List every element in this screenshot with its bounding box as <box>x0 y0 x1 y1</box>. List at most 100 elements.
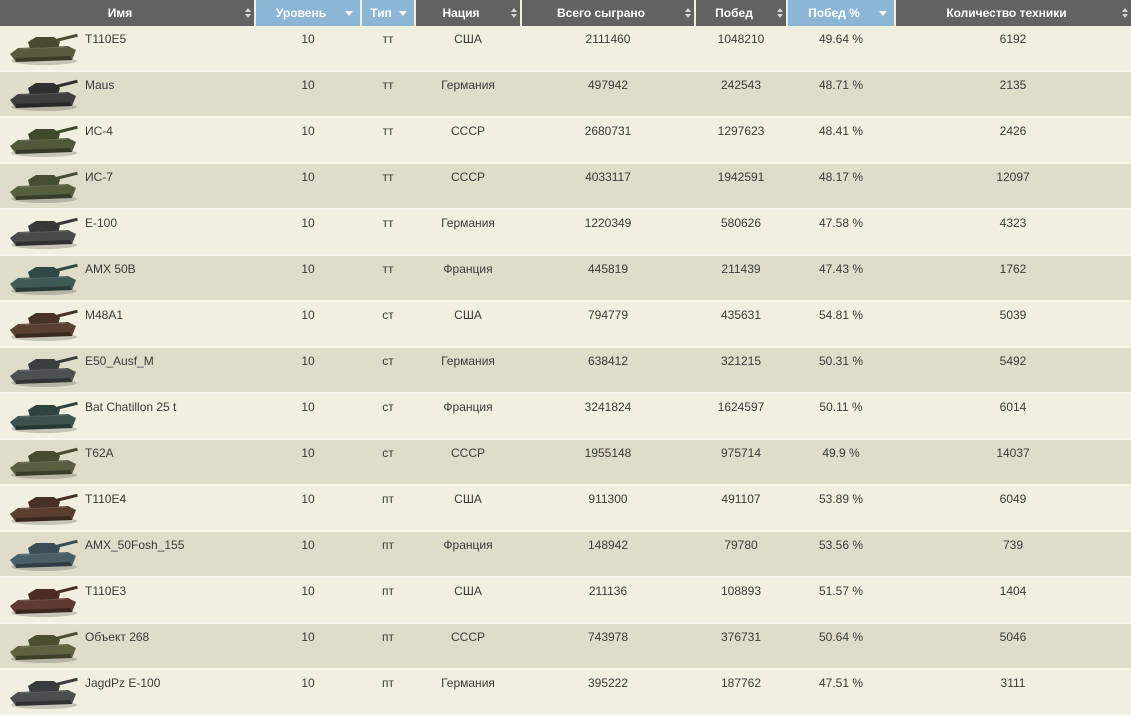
column-header-name[interactable]: Имя <box>0 0 256 26</box>
cell-winrate: 48.41 % <box>787 117 895 164</box>
cell-count: 14037 <box>895 439 1131 486</box>
cell-level: 10 <box>255 255 361 302</box>
tank-icon <box>6 580 80 618</box>
table-row[interactable]: M48A1 10 ст США 794779 435631 54.81 % 5039 <box>0 301 1131 348</box>
tank-name: T110E5 <box>85 32 127 46</box>
cell-nation: США <box>415 301 521 348</box>
cell-level: 10 <box>255 531 361 578</box>
table-row[interactable]: T110E4 10 пт США 911300 491107 53.89 % 6049 <box>0 485 1131 532</box>
cell-wins: 491107 <box>695 485 787 532</box>
tank-name: AMX_50Fosh_155 <box>85 538 185 552</box>
table-row[interactable]: ИС-7 10 тт СССР 4033117 1942591 48.17 % 12097 <box>0 163 1131 210</box>
cell-played: 1955148 <box>521 439 695 486</box>
table-row[interactable]: JagdPz E-100 10 пт Германия 395222 187762 47.5… <box>0 669 1131 716</box>
tank-name: E-100 <box>85 216 118 230</box>
cell-name: E50_Ausf_M <box>0 347 255 394</box>
table-body: T110E5 10 тт США 2111460 1048210 49.64 % 6192 Ma… <box>0 26 1131 716</box>
column-header-label: Всего сыграно <box>556 6 646 20</box>
tank-icon <box>6 350 80 388</box>
cell-name: Maus <box>0 71 255 118</box>
tank-icon <box>6 304 80 342</box>
table-row[interactable]: T110E5 10 тт США 2111460 1048210 49.64 % 6192 <box>0 26 1131 72</box>
table-row[interactable]: ИС-4 10 тт СССР 2680731 1297623 48.41 % 2426 <box>0 117 1131 164</box>
cell-wins: 321215 <box>695 347 787 394</box>
header-row: Имя Уровень Тип Нация Всего сыграно Побед Побе… <box>0 0 1131 26</box>
cell-winrate: 51.57 % <box>787 577 895 624</box>
cell-type: ст <box>361 301 415 348</box>
column-header-label: Нация <box>442 6 480 20</box>
cell-played: 148942 <box>521 531 695 578</box>
cell-nation: СССР <box>415 117 521 164</box>
cell-type: пт <box>361 623 415 670</box>
cell-type: пт <box>361 531 415 578</box>
cell-winrate: 53.56 % <box>787 531 895 578</box>
cell-level: 10 <box>255 347 361 394</box>
cell-name: Bat Chatillon 25 t <box>0 393 255 440</box>
cell-level: 10 <box>255 26 361 72</box>
cell-name: T110E5 <box>0 26 255 72</box>
table-row[interactable]: Объект 268 10 пт СССР 743978 376731 50.64 % 504… <box>0 623 1131 670</box>
cell-count: 12097 <box>895 163 1131 210</box>
cell-level: 10 <box>255 163 361 210</box>
cell-type: ст <box>361 439 415 486</box>
column-header-wins[interactable]: Побед <box>695 0 788 26</box>
cell-count: 1404 <box>895 577 1131 624</box>
cell-count: 6049 <box>895 485 1131 532</box>
cell-winrate: 50.64 % <box>787 623 895 670</box>
tank-icon <box>6 212 80 250</box>
tank-icon <box>6 396 80 434</box>
cell-level: 10 <box>255 117 361 164</box>
column-header-played[interactable]: Всего сыграно <box>521 0 696 26</box>
cell-count: 5492 <box>895 347 1131 394</box>
column-header-winrate[interactable]: Побед % <box>787 0 896 26</box>
cell-nation: Германия <box>415 209 521 256</box>
cell-count: 5046 <box>895 623 1131 670</box>
cell-wins: 1297623 <box>695 117 787 164</box>
cell-name: Объект 268 <box>0 623 255 670</box>
cell-nation: Франция <box>415 393 521 440</box>
cell-name: AMX 50B <box>0 255 255 302</box>
cell-wins: 108893 <box>695 577 787 624</box>
column-header-count[interactable]: Количество техники <box>895 0 1131 26</box>
cell-nation: Франция <box>415 531 521 578</box>
table-row[interactable]: E-100 10 тт Германия 1220349 580626 47.58 % 432… <box>0 209 1131 256</box>
table-row[interactable]: Bat Chatillon 25 t 10 ст Франция 3241824 1624… <box>0 393 1131 440</box>
cell-name: ИС-4 <box>0 117 255 164</box>
cell-winrate: 53.89 % <box>787 485 895 532</box>
cell-name: ИС-7 <box>0 163 255 210</box>
cell-wins: 975714 <box>695 439 787 486</box>
column-header-type[interactable]: Тип <box>361 0 416 26</box>
cell-played: 638412 <box>521 347 695 394</box>
tank-name: Bat Chatillon 25 t <box>85 400 177 414</box>
cell-count: 739 <box>895 531 1131 578</box>
cell-winrate: 48.71 % <box>787 71 895 118</box>
table-row[interactable]: E50_Ausf_M 10 ст Германия 638412 321215 50.31 … <box>0 347 1131 394</box>
column-header-label: Количество техники <box>946 6 1067 20</box>
cell-wins: 242543 <box>695 71 787 118</box>
cell-played: 395222 <box>521 669 695 716</box>
cell-name: E-100 <box>0 209 255 256</box>
cell-count: 5039 <box>895 301 1131 348</box>
table-row[interactable]: T110E3 10 пт США 211136 108893 51.57 % 1404 <box>0 577 1131 624</box>
table-row[interactable]: AMX_50Fosh_155 10 пт Франция 148942 79780 53.5… <box>0 531 1131 578</box>
column-header-nation[interactable]: Нация <box>415 0 522 26</box>
cell-nation: Германия <box>415 669 521 716</box>
cell-nation: Германия <box>415 71 521 118</box>
column-header-level[interactable]: Уровень <box>255 0 362 26</box>
table-row[interactable]: Maus 10 тт Германия 497942 242543 48.71 % 2135 <box>0 71 1131 118</box>
tank-icon <box>6 28 80 66</box>
tank-name: ИС-4 <box>85 124 113 138</box>
cell-winrate: 47.51 % <box>787 669 895 716</box>
table-row[interactable]: AMX 50B 10 тт Франция 445819 211439 47.43 % 176… <box>0 255 1131 302</box>
cell-played: 743978 <box>521 623 695 670</box>
cell-played: 497942 <box>521 71 695 118</box>
column-header-label: Побед % <box>808 6 860 20</box>
tank-icon <box>6 258 80 296</box>
cell-nation: США <box>415 26 521 72</box>
tank-icon <box>6 534 80 572</box>
cell-name: JagdPz E-100 <box>0 669 255 716</box>
cell-count: 2135 <box>895 71 1131 118</box>
table-row[interactable]: T62A 10 ст СССР 1955148 975714 49.9 % 14037 <box>0 439 1131 486</box>
chevron-down-icon <box>345 11 353 16</box>
cell-count: 1762 <box>895 255 1131 302</box>
